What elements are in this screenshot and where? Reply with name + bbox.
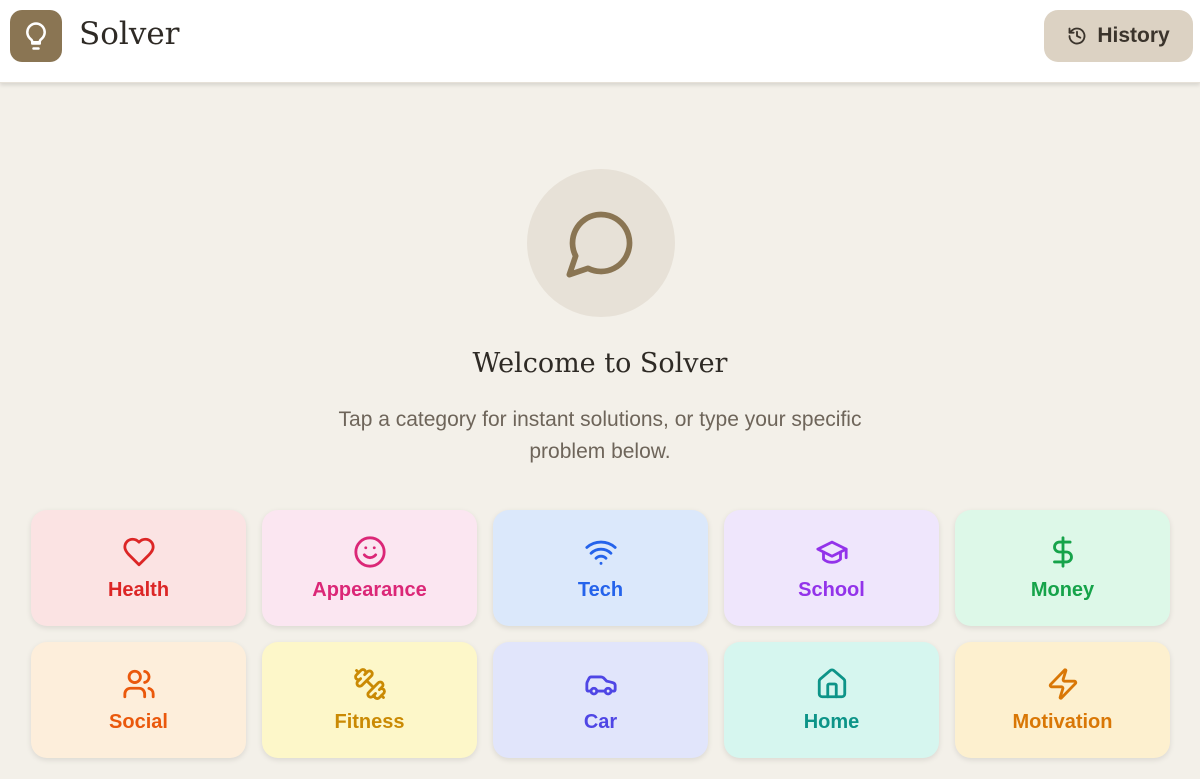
category-label: Money: [1030, 578, 1095, 601]
smile-icon: [353, 535, 387, 569]
car-icon: [584, 667, 618, 701]
category-label: Social: [109, 710, 168, 733]
category-card-social[interactable]: Social: [31, 642, 246, 758]
category-label: Motivation: [1012, 710, 1113, 733]
category-card-motivation[interactable]: Motivation: [955, 642, 1170, 758]
heart-icon: [122, 535, 156, 569]
hero-icon-circle: [527, 169, 675, 317]
category-label: Health: [107, 578, 170, 601]
lightbulb-icon: [26, 22, 46, 50]
users-icon: [122, 667, 156, 701]
category-label: School: [798, 578, 865, 601]
category-label: Fitness: [334, 710, 405, 733]
category-card-money[interactable]: Money: [955, 510, 1170, 626]
message-circle-icon: [566, 211, 633, 278]
category-card-health[interactable]: Health: [31, 510, 246, 626]
welcome-subtitle: Tap a category for instant solutions, or…: [338, 408, 862, 463]
category-label: Appearance: [312, 578, 427, 601]
category-card-appearance[interactable]: Appearance: [262, 510, 477, 626]
wifi-icon: [584, 535, 618, 569]
category-card-home[interactable]: Home: [724, 642, 939, 758]
category-label: Home: [803, 710, 860, 733]
zap-icon: [1046, 667, 1080, 701]
category-label: Tech: [577, 578, 624, 601]
welcome-title: Welcome to Solver: [472, 348, 728, 379]
app-logo: [10, 10, 62, 62]
dumbbell-icon: [353, 667, 387, 701]
category-card-fitness[interactable]: Fitness: [262, 642, 477, 758]
home-icon: [815, 667, 849, 701]
category-label: Car: [583, 710, 618, 733]
category-card-school[interactable]: School: [724, 510, 939, 626]
category-card-car[interactable]: Car: [493, 642, 708, 758]
top-bar: Solver History: [0, 0, 1200, 83]
category-card-tech[interactable]: Tech: [493, 510, 708, 626]
history-button[interactable]: History: [1044, 10, 1193, 62]
app-title: Solver: [79, 16, 180, 52]
category-grid: Health Appearance Tech School Money Soci…: [31, 510, 1170, 758]
dollar-icon: [1046, 535, 1080, 569]
graduation-cap-icon: [815, 535, 849, 569]
history-label: History: [1097, 24, 1170, 47]
history-icon: [1068, 27, 1086, 45]
